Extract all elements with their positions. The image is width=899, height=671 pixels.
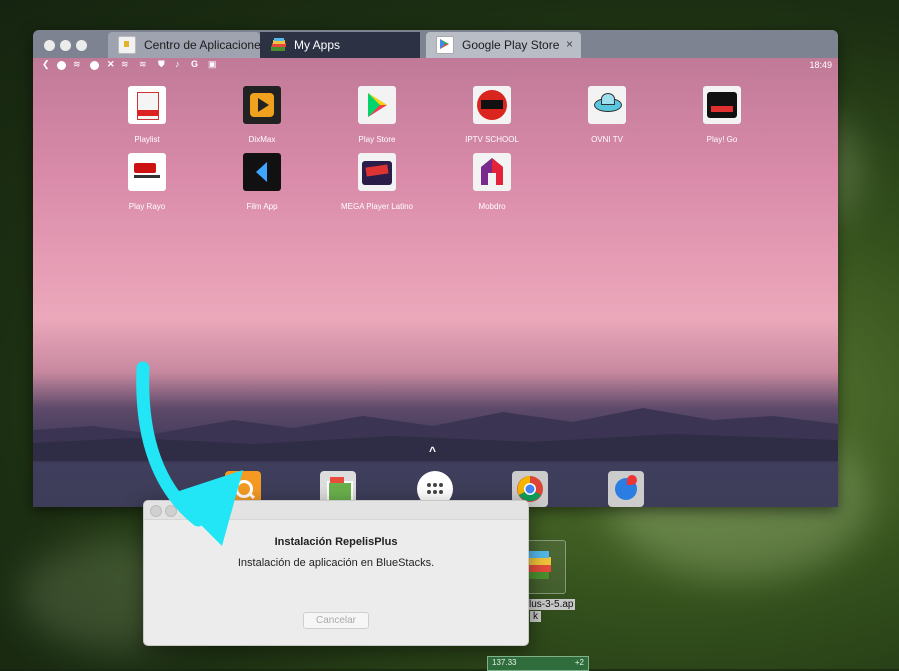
- close-tab-icon[interactable]: ×: [566, 37, 573, 51]
- back-chevron-icon: ❮: [42, 59, 50, 69]
- tab-my-apps[interactable]: My Apps: [260, 32, 420, 58]
- play-store-icon: [358, 86, 396, 124]
- film-app-icon: [243, 153, 281, 191]
- clock: 18:49: [809, 60, 832, 70]
- cancel-button[interactable]: Cancelar: [303, 612, 369, 629]
- cast-icon: ≋: [121, 59, 129, 69]
- strip-right-text: +2: [574, 658, 584, 667]
- play-store-icon: [436, 36, 454, 54]
- cast-icon: ≋: [139, 59, 147, 69]
- dialog-close-button[interactable]: [150, 505, 162, 517]
- tab-label: Google Play Store: [462, 38, 560, 52]
- zoom-window-button[interactable]: [76, 40, 87, 51]
- tab-label: My Apps: [294, 38, 341, 52]
- download-icon: ▣: [208, 59, 217, 69]
- tab-app-center[interactable]: Centro de Aplicaciones: [108, 32, 260, 58]
- file-name-line2: k: [530, 611, 541, 622]
- app-label: Play! Go: [706, 135, 738, 144]
- launcher-arrow-icon[interactable]: ^: [429, 444, 436, 458]
- tab-label: Centro de Aplicaciones: [144, 38, 260, 52]
- file-name-line1: lus-3-5.ap: [527, 599, 576, 610]
- app-label: Mobdro: [478, 202, 506, 211]
- ovni-tv-icon: [588, 86, 626, 124]
- app-playlist[interactable]: Playlist: [97, 86, 197, 144]
- app-label: Playlist: [134, 135, 160, 144]
- app-play-go[interactable]: Play! Go: [672, 86, 772, 144]
- app-film-app[interactable]: Film App: [212, 153, 312, 211]
- bluestacks-window: Centro de Aplicaciones My Apps Google Pl…: [33, 30, 838, 507]
- app-label: Play Rayo: [128, 202, 166, 211]
- app-label: MEGA Player Latino: [340, 202, 414, 211]
- app-dixmax[interactable]: DixMax: [212, 86, 312, 144]
- mobdro-icon: [473, 153, 511, 191]
- play-go-icon: [703, 86, 741, 124]
- install-dialog: Instalación RepelisPlus Instalación de a…: [143, 500, 529, 646]
- app-mega-player-latino[interactable]: MEGA Player Latino: [327, 153, 427, 211]
- iptv-school-icon: [473, 86, 511, 124]
- app-label: DixMax: [248, 135, 276, 144]
- dialog-title-bar: [144, 501, 528, 520]
- bell-icon: ♪: [175, 59, 180, 69]
- app-label: Film App: [246, 202, 278, 211]
- strip-left-text: 137.33: [492, 658, 517, 667]
- browser-globe-icon[interactable]: [608, 471, 644, 507]
- mega-player-icon: [358, 153, 396, 191]
- tab-google-play-store[interactable]: Google Play Store ×: [426, 32, 581, 58]
- x-notification-icon: ✕: [107, 59, 115, 69]
- dialog-message: Instalación de aplicación en BlueStacks.: [237, 557, 435, 569]
- google-icon: G: [191, 59, 199, 69]
- playlist-icon: [128, 86, 166, 124]
- app-center-icon: [118, 36, 136, 54]
- dialog-title: Instalación RepelisPlus: [274, 536, 398, 548]
- app-play-store[interactable]: Play Store: [327, 86, 427, 144]
- dixmax-icon: [243, 86, 281, 124]
- notification-dot-icon: [57, 61, 66, 70]
- title-bar: Centro de Aplicaciones My Apps Google Pl…: [33, 30, 838, 58]
- app-label: Play Store: [358, 135, 396, 144]
- app-play-rayo[interactable]: Play Rayo: [97, 153, 197, 211]
- status-bar: ❮ ≋ ✕ ≋ ≋ ⛊ ♪ G ▣ 18:49: [33, 58, 838, 74]
- app-label: IPTV SCHOOL: [465, 135, 519, 144]
- dialog-minimize-button[interactable]: [165, 505, 177, 517]
- app-ovni-tv[interactable]: OVNI TV: [557, 86, 657, 144]
- notification-dot-icon: [90, 61, 99, 70]
- app-label: OVNI TV: [591, 135, 623, 144]
- close-window-button[interactable]: [44, 40, 55, 51]
- android-screen: ❮ ≋ ✕ ≋ ≋ ⛊ ♪ G ▣ 18:49 Playlist DixMax …: [33, 58, 838, 507]
- bluestacks-icon: [270, 37, 286, 53]
- minimize-window-button[interactable]: [60, 40, 71, 51]
- cast-icon: ≋: [73, 59, 81, 69]
- app-mobdro[interactable]: Mobdro: [442, 153, 542, 211]
- app-iptv-school[interactable]: IPTV SCHOOL: [442, 86, 542, 144]
- shield-icon: ⛊: [158, 59, 165, 69]
- play-rayo-icon: [128, 153, 166, 191]
